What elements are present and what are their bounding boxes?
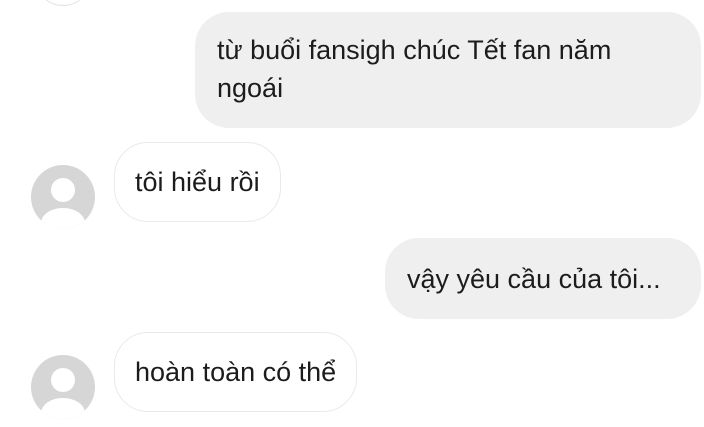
message-text-line: từ buổi fansigh chúc Tết fan năm: [217, 35, 612, 65]
avatar-cropped: [37, 0, 89, 6]
chat-thread: từ buổi fansigh chúc Tết fan năm ngoái t…: [0, 0, 704, 427]
message-text: tôi hiểu rồi: [135, 167, 260, 197]
user-avatar-icon[interactable]: [31, 165, 95, 229]
outgoing-message-bubble[interactable]: vậy yêu cầu của tôi...: [385, 238, 701, 319]
incoming-message-bubble[interactable]: tôi hiểu rồi: [114, 142, 281, 222]
message-text: hoàn toàn có thể: [135, 357, 337, 387]
message-text: vậy yêu cầu của tôi...: [407, 264, 661, 294]
incoming-message-bubble[interactable]: hoàn toàn có thể: [114, 332, 358, 412]
message-text-line: ngoái: [217, 73, 284, 103]
outgoing-message-bubble[interactable]: từ buổi fansigh chúc Tết fan năm ngoái: [195, 12, 701, 128]
user-avatar-icon[interactable]: [31, 355, 95, 419]
